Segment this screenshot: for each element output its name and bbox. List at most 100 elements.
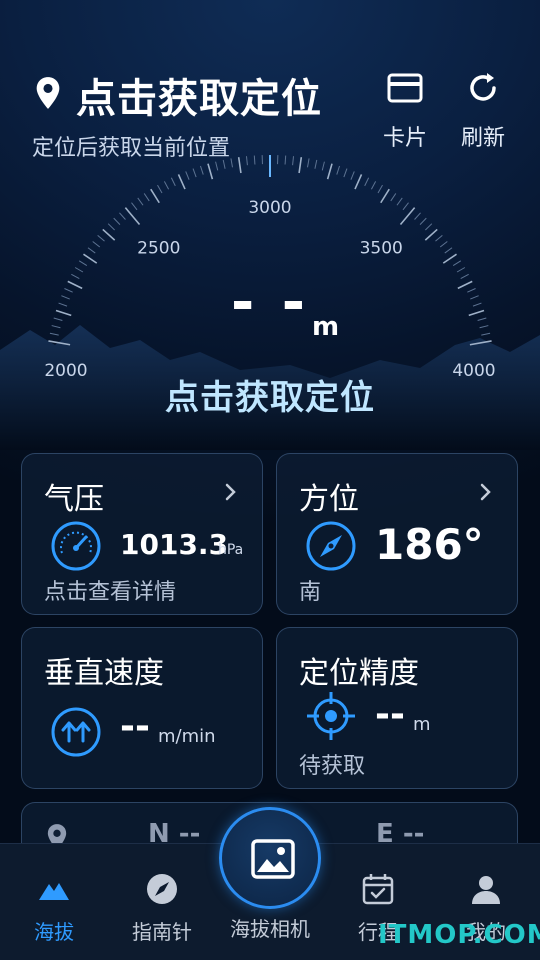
gauge-tick-label: 3500 xyxy=(360,238,403,258)
gauge-tick xyxy=(419,217,427,225)
compass-icon xyxy=(306,521,356,571)
gauge-tick xyxy=(83,253,98,264)
card-button[interactable]: 卡片 xyxy=(375,70,435,151)
card-icon xyxy=(387,73,423,103)
gauge-tick xyxy=(199,165,204,175)
gauge-tick xyxy=(170,177,176,187)
gauge-tick xyxy=(298,157,303,174)
gauge-tick xyxy=(92,241,101,248)
pressure-title: 气压 xyxy=(44,482,104,517)
pressure-card[interactable]: 气压 1013.3 hPa 点击查看详情 xyxy=(21,453,263,615)
gauge-tick xyxy=(107,223,115,231)
gauge-tick xyxy=(444,247,453,254)
mountain-icon xyxy=(39,883,69,900)
gauge-tick xyxy=(163,181,170,190)
watermark: ITMOP.COM xyxy=(378,920,540,950)
gauge-tick xyxy=(230,158,233,168)
gauge-tick xyxy=(439,241,448,248)
gauge-tick xyxy=(336,165,341,175)
gauge-tick-label: 2500 xyxy=(137,238,180,258)
bearing-title: 方位 xyxy=(299,482,359,517)
gauge-tick xyxy=(245,156,248,166)
gauge-tick xyxy=(124,207,141,226)
altitude-camera-label: 海拔相机 xyxy=(230,917,310,941)
refresh-button-label: 刷新 xyxy=(460,126,505,151)
vertical-speed-value: -- xyxy=(120,706,150,747)
gauge-tick xyxy=(402,202,409,211)
nav-compass[interactable]: 指南针 xyxy=(117,872,207,945)
gauge-tick xyxy=(284,155,287,165)
gauge-tick xyxy=(207,163,214,180)
bearing-card[interactable]: 方位 186° 南 xyxy=(276,453,518,615)
gauge-tick xyxy=(215,161,219,171)
page-title[interactable]: 点击获取定位 xyxy=(76,66,322,124)
gauge-tick xyxy=(442,253,457,264)
pressure-value: 1013.3 xyxy=(120,528,229,561)
gauge-tick xyxy=(119,212,126,220)
gauge-tick xyxy=(424,228,438,241)
nav-altitude[interactable]: 海拔 xyxy=(9,872,99,945)
gauge-tick xyxy=(237,157,242,174)
gauge-tick xyxy=(435,234,443,242)
gauge-tick xyxy=(452,260,462,266)
gauge-tick xyxy=(222,159,226,169)
gauge-tick xyxy=(377,184,383,194)
nav-compass-label: 指南针 xyxy=(132,920,192,944)
gauge-tick xyxy=(137,197,144,206)
gauge-tick xyxy=(399,207,416,226)
gauge-tick xyxy=(350,171,355,180)
gauge-tick xyxy=(343,168,348,178)
crosshair-icon xyxy=(307,692,355,740)
calendar-check-icon xyxy=(362,874,394,905)
accuracy-status: 待获取 xyxy=(299,754,366,779)
bearing-direction: 南 xyxy=(299,580,322,605)
vertical-speed-card: 垂直速度 -- m/min xyxy=(21,627,263,789)
gauge-tick xyxy=(102,228,116,241)
chevron-right-icon xyxy=(225,483,236,501)
image-icon xyxy=(251,839,295,879)
header: 点击获取定位 定位后获取当前位置 卡片 刷新 xyxy=(0,0,540,170)
gauge-tick xyxy=(326,163,333,180)
gauge-tick xyxy=(425,223,433,231)
accuracy-card: 定位精度 -- m 待获取 xyxy=(276,627,518,789)
vertical-speed-title: 垂直速度 xyxy=(44,656,164,691)
gauge-tick xyxy=(314,159,318,169)
vertical-speed-unit: m/min xyxy=(158,726,216,747)
pressure-unit: hPa xyxy=(218,542,244,558)
gauge-tick xyxy=(390,193,397,202)
gauge-tick xyxy=(131,202,138,211)
user-icon xyxy=(472,876,500,904)
gauge-tick-label: 3000 xyxy=(248,198,291,218)
location-pin-icon xyxy=(36,77,60,109)
gauge-tick xyxy=(192,168,197,178)
gauge-tick xyxy=(380,188,390,204)
gauge-tick xyxy=(48,340,71,346)
gauge-tick xyxy=(321,161,325,171)
barometer-icon xyxy=(51,521,101,571)
card-button-label: 卡片 xyxy=(382,126,427,151)
gauge-tick xyxy=(354,174,363,190)
pressure-detail-link[interactable]: 点击查看详情 xyxy=(44,574,176,606)
refresh-button[interactable]: 刷新 xyxy=(453,70,513,151)
gauge-tick xyxy=(150,188,160,204)
accuracy-unit: m xyxy=(413,714,431,735)
gauge-tick xyxy=(253,155,256,165)
gauge-tick xyxy=(469,340,492,346)
gauge-tick xyxy=(307,158,310,168)
accuracy-title: 定位精度 xyxy=(299,656,419,691)
bearing-value: 186° xyxy=(375,520,484,569)
gauge-tick xyxy=(185,171,190,180)
gauge-tick xyxy=(177,174,186,190)
get-location-button[interactable]: 点击获取定位 xyxy=(0,370,540,419)
altitude-camera-button[interactable] xyxy=(219,807,321,909)
gauge-tick xyxy=(396,197,403,206)
gauge-tick xyxy=(143,193,150,202)
double-arrow-up-icon xyxy=(51,707,101,757)
gauge-tick xyxy=(157,184,163,194)
compass-icon xyxy=(147,874,177,904)
gauge-tick xyxy=(370,181,377,190)
gauge-tick xyxy=(97,234,105,242)
chevron-right-icon xyxy=(480,483,491,501)
refresh-icon xyxy=(470,73,496,101)
altitude-value: - - xyxy=(231,270,309,335)
